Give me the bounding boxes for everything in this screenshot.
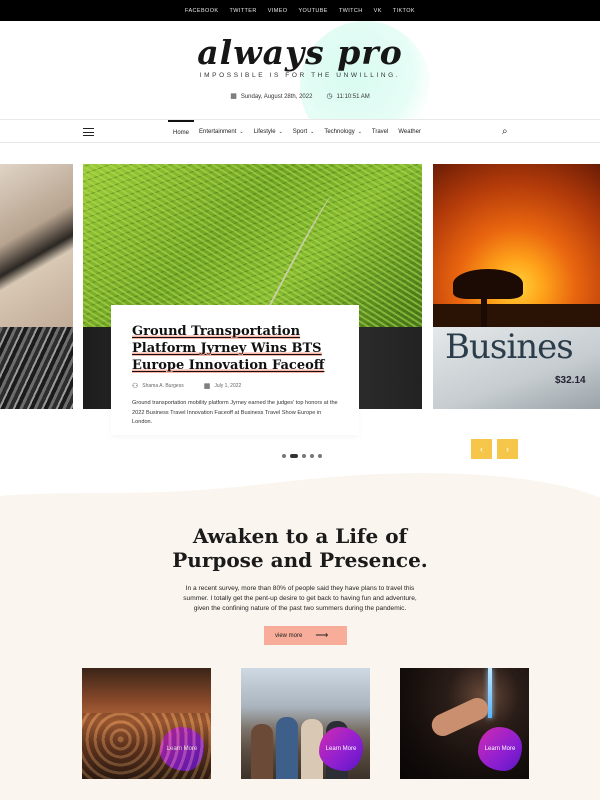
social-link-twitch[interactable]: TWITCH [339, 8, 363, 14]
current-date: ▦ Sunday, August 28th, 2022 [230, 92, 312, 100]
promo-title-line2: Purpose and Presence. [172, 548, 428, 572]
calendar-icon: ▦ [230, 93, 237, 100]
view-more-label: view more [275, 632, 303, 639]
article-excerpt: Ground transportation mobility platform … [132, 400, 338, 425]
slider-prev-button[interactable]: ‹ [471, 439, 492, 459]
article-title-link[interactable]: Ground Transportation Platform Jyrney Wi… [132, 324, 325, 373]
raised-hand [428, 694, 492, 740]
slider-pagination [282, 454, 322, 458]
slider-dot-active[interactable] [290, 454, 298, 458]
nav-item-entertainment[interactable]: Entertainment ⌄ [194, 120, 249, 144]
hamburger-menu-icon[interactable] [83, 128, 94, 136]
article-title[interactable]: Ground Transportation Platform Jyrney Wi… [132, 323, 339, 374]
learn-more-button[interactable]: Learn More [478, 727, 522, 771]
nav-item-travel[interactable]: Travel [367, 120, 393, 144]
slider-dot[interactable] [282, 454, 286, 458]
slide-previous[interactable] [0, 164, 73, 409]
learn-more-label: Learn More [325, 746, 357, 752]
newspaper-price: $32.14 [555, 375, 586, 386]
social-link-facebook[interactable]: FACEBOOK [185, 8, 218, 14]
current-date-text: Sunday, August 28th, 2022 [240, 94, 313, 100]
slider-arrows: ‹ › [471, 439, 518, 459]
social-link-twitter[interactable]: TWITTER [229, 8, 256, 14]
nav-item-lifestyle[interactable]: Lifestyle ⌄ [249, 120, 288, 144]
slider-dot[interactable] [310, 454, 314, 458]
wave-divider [0, 468, 600, 498]
nav-menu: Home Entertainment ⌄ Lifestyle ⌄ Sport ⌄ Te… [168, 120, 426, 144]
newspaper-headline: Busines [445, 327, 574, 367]
article-meta: ⚇ Shama A. Burgess ▦ July 1, 2022 [132, 382, 339, 390]
slide-image-sunset [433, 164, 600, 327]
nav-item-label: Home [173, 130, 190, 136]
nav-item-technology[interactable]: Technology ⌄ [319, 120, 367, 144]
site-logo[interactable]: always pro [0, 33, 600, 72]
light-beam [488, 668, 492, 718]
article-date[interactable]: July 1, 2022 [214, 383, 241, 389]
nav-item-label: Sport [292, 129, 308, 135]
chevron-down-icon: ⌄ [310, 129, 315, 135]
feature-tile-desert[interactable]: Learn More [82, 668, 211, 779]
arrow-right-icon: ⟶ [315, 630, 328, 640]
social-link-youtube[interactable]: YOUTUBE [298, 8, 327, 14]
nav-item-label: Travel [371, 129, 389, 135]
nav-item-label: Lifestyle [253, 129, 276, 135]
sunset-ground [433, 304, 600, 327]
chevron-down-icon: ⌄ [239, 129, 244, 135]
nav-item-weather[interactable]: Weather [393, 120, 426, 144]
nav-item-home[interactable]: Home [168, 120, 195, 144]
hiker-figure [276, 717, 298, 779]
view-more-button[interactable]: view more ⟶ [264, 626, 347, 645]
slider-next-button[interactable]: › [497, 439, 518, 459]
main-navigation: Home Entertainment ⌄ Lifestyle ⌄ Sport ⌄ Te… [0, 119, 600, 143]
nav-item-label: Technology [324, 129, 355, 135]
social-link-tiktok[interactable]: TIKTOK [393, 8, 415, 14]
slide-next[interactable]: Busines $32.14 [433, 164, 600, 409]
promo-title: Awaken to a Life of Purpose and Presence… [0, 524, 600, 572]
search-icon[interactable]: ⌕ [502, 126, 508, 137]
slide-image-portrait [0, 164, 73, 327]
learn-more-label: Learn More [166, 746, 198, 752]
chevron-left-icon: ‹ [480, 444, 483, 454]
promo-title-line1: Awaken to a Life of [192, 524, 408, 548]
sunset-tree [453, 269, 523, 299]
chevron-down-icon: ⌄ [357, 129, 362, 135]
learn-more-button[interactable]: Learn More [160, 727, 204, 771]
current-time-text: 11:10:51 AM [336, 94, 370, 100]
slider-dot[interactable] [318, 454, 322, 458]
learn-more-label: Learn More [484, 746, 516, 752]
promo-text: In a recent survey, more than 80% of peo… [183, 585, 417, 612]
slide-image-newspaper: Busines $32.14 [433, 327, 600, 409]
featured-article-card: Ground Transportation Platform Jyrney Wi… [111, 305, 359, 435]
sunset-tree-trunk [481, 292, 487, 327]
nav-item-label: Weather [398, 129, 421, 135]
learn-more-button[interactable]: Learn More [319, 727, 363, 771]
feature-tile-concert[interactable]: Learn More [400, 668, 529, 779]
current-time: ◷ 11:10:51 AM [326, 92, 369, 100]
social-topbar: FACEBOOK TWITTER VIMEO YOUTUBE TWITCH VK… [0, 0, 600, 21]
social-link-vk[interactable]: VK [374, 8, 382, 14]
site-header: always pro IMPOSSIBLE IS FOR THE UNWILLI… [0, 21, 600, 119]
hiker-figure [251, 724, 273, 779]
slider-dot[interactable] [302, 454, 306, 458]
social-link-vimeo[interactable]: VIMEO [268, 8, 288, 14]
chevron-right-icon: › [506, 444, 509, 454]
article-author[interactable]: Shama A. Burgess [142, 383, 183, 389]
user-icon: ⚇ [132, 383, 139, 390]
nav-item-label: Entertainment [199, 129, 237, 135]
date-time-bar: ▦ Sunday, August 28th, 2022 ◷ 11:10:51 AM [0, 92, 600, 100]
nav-item-sport[interactable]: Sport ⌄ [288, 120, 320, 144]
feature-tile-hikers[interactable]: Learn More [241, 668, 370, 779]
chevron-down-icon: ⌄ [278, 129, 283, 135]
slide-image-crowd [0, 327, 73, 409]
clock-icon: ◷ [326, 93, 333, 100]
site-tagline: IMPOSSIBLE IS FOR THE UNWILLING. [199, 72, 401, 79]
calendar-icon: ▦ [203, 383, 211, 390]
